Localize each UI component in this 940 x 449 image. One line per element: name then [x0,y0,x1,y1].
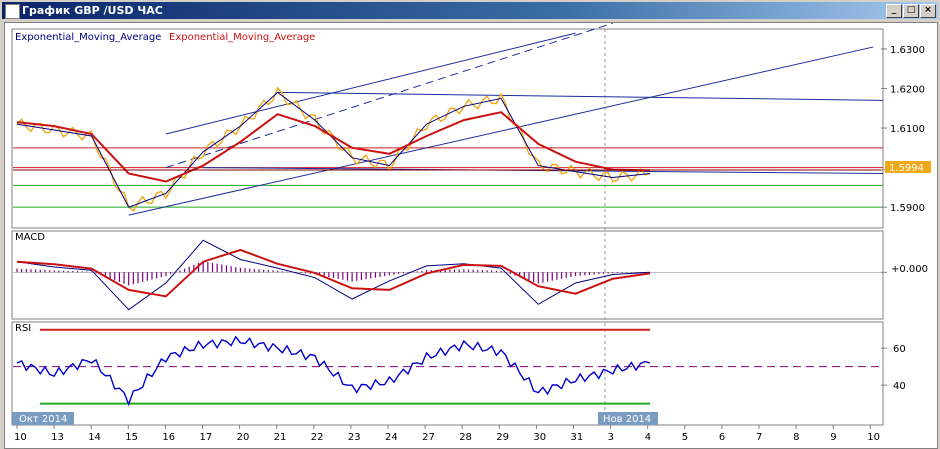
ema-legend-slow: Exponential_Moving_Average [169,32,315,43]
price-y-tick-label: 1.5900 [890,203,925,214]
x-axis-tick-label: 21 [274,432,287,443]
chart-area[interactable]: 1.6300 1.6200 1.6100 1.5900 60 40 10 13 14 15 16 17… [4,22,938,449]
month-label-nov: Нов 2014 [603,414,651,425]
x-axis-tick-label: 29 [496,432,509,443]
x-axis-tick-label: 3 [608,432,614,443]
rsi-y-tick-label: 60 [893,344,906,355]
chart-canvas[interactable]: 1.6300 1.6200 1.6100 1.5900 60 40 10 13 14 15 16 17… [5,23,937,448]
x-axis-tick-label: 17 [200,432,213,443]
minimize-button[interactable]: _ [886,4,902,18]
title-bar[interactable]: График GBP /USD ЧАС _ □ × [2,2,938,19]
x-axis-tick-label: 23 [348,432,361,443]
x-axis-tick-label: 9 [830,432,836,443]
window-title: График GBP /USD ЧАС [22,4,163,17]
x-axis-tick-label: 13 [51,432,64,443]
x-axis-tick-label: 20 [237,432,250,443]
chart-window: График GBP /USD ЧАС _ □ × 1.6300 1.6200 1.… [0,0,940,449]
x-axis-tick-label: 24 [385,432,398,443]
month-label-oct: Окт 2014 [19,414,67,425]
x-axis-tick-label: 30 [533,432,546,443]
x-axis-tick-label: 31 [571,432,584,443]
x-axis-tick-label: 10 [14,432,27,443]
rsi-y-tick-label: 40 [893,381,906,392]
maximize-button[interactable]: □ [903,4,919,18]
x-axis-tick-label: 8 [793,432,799,443]
x-axis-tick-label: 15 [125,432,138,443]
current-price-label: 1.5994 [889,163,924,174]
x-axis-tick-label: 14 [88,432,101,443]
x-axis-tick-label: 22 [311,432,324,443]
price-y-tick-label: 1.6300 [890,45,925,56]
price-pane-frame [11,28,884,229]
rsi-pane-frame [11,321,884,426]
price-y-tick-label: 1.6200 [890,84,925,95]
chart-window-icon [5,4,20,19]
ema-legend-fast: Exponential_Moving_Average [15,32,161,43]
x-axis-tick-label: 6 [719,432,725,443]
x-axis-tick-label: 27 [422,432,435,443]
x-axis-tick-label: 4 [645,432,651,443]
x-axis-tick-label: 10 [867,432,880,443]
macd-title: MACD [15,232,45,243]
x-axis-tick-label: 5 [682,432,688,443]
close-button[interactable]: × [920,4,936,18]
price-y-tick-label: 1.6100 [890,124,925,135]
x-axis-tick-label: 7 [756,432,762,443]
macd-zero-label: +0.000 [891,264,928,275]
x-axis-tick-label: 28 [459,432,472,443]
rsi-title: RSI [15,323,31,334]
x-axis-tick-label: 16 [162,432,175,443]
